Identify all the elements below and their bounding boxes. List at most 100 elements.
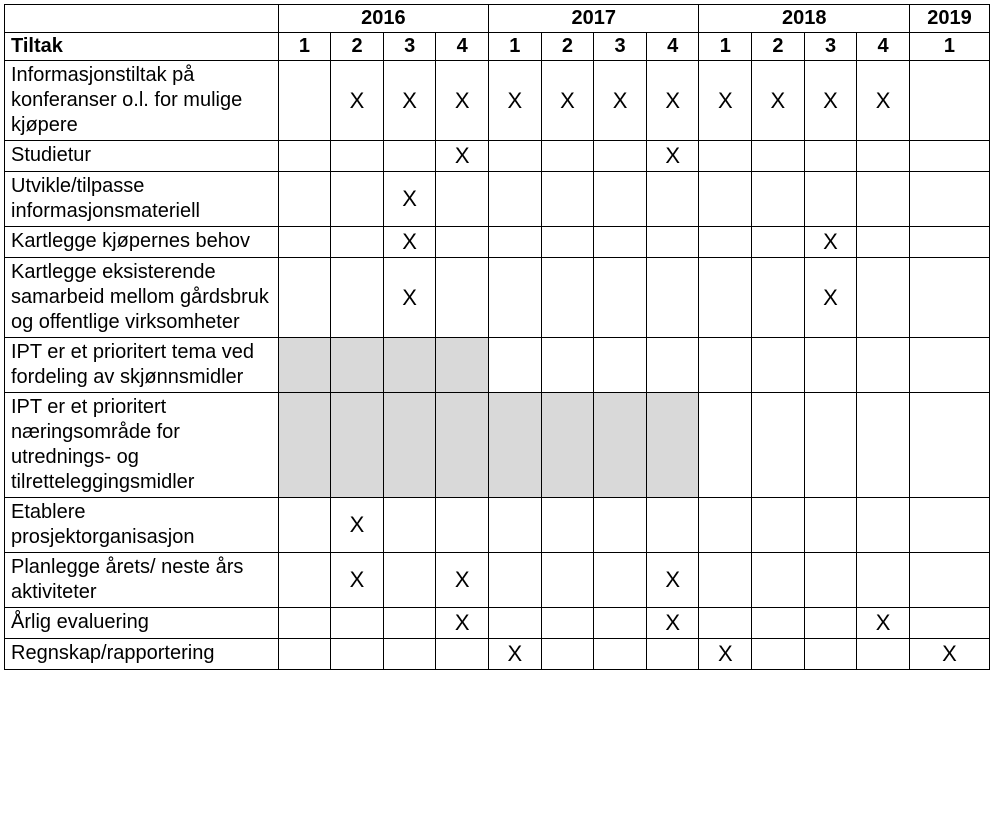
cell bbox=[594, 553, 647, 608]
tiltak-header: Tiltak bbox=[5, 33, 279, 61]
cell bbox=[489, 608, 542, 639]
cell: X bbox=[804, 258, 857, 338]
cell bbox=[489, 338, 542, 393]
cell bbox=[909, 258, 989, 338]
cell: X bbox=[699, 61, 752, 141]
cell bbox=[541, 498, 594, 553]
row-label: Etablere prosjektorganisasjon bbox=[5, 498, 279, 553]
cell: X bbox=[436, 608, 489, 639]
cell bbox=[383, 553, 436, 608]
table-row: StudieturXX bbox=[5, 141, 990, 172]
cell bbox=[436, 227, 489, 258]
cell bbox=[857, 258, 910, 338]
cell bbox=[804, 393, 857, 498]
cell bbox=[541, 639, 594, 670]
cell bbox=[857, 172, 910, 227]
q-header: 1 bbox=[489, 33, 542, 61]
cell bbox=[489, 172, 542, 227]
table-body: Informasjonstiltak på konferanser o.l. f… bbox=[5, 61, 990, 670]
table-row: Utvikle/tilpasse informasjonsmateriellX bbox=[5, 172, 990, 227]
year-header-2017: 2017 bbox=[489, 5, 699, 33]
cell bbox=[278, 227, 331, 258]
cell bbox=[857, 498, 910, 553]
cell bbox=[383, 639, 436, 670]
cell bbox=[752, 553, 805, 608]
row-label: Regnskap/rapportering bbox=[5, 639, 279, 670]
cell bbox=[278, 258, 331, 338]
cell bbox=[436, 258, 489, 338]
table-row: Regnskap/rapporteringXXX bbox=[5, 639, 990, 670]
cell bbox=[857, 553, 910, 608]
cell bbox=[278, 61, 331, 141]
cell bbox=[594, 639, 647, 670]
cell: X bbox=[909, 639, 989, 670]
cell bbox=[383, 141, 436, 172]
cell bbox=[699, 227, 752, 258]
cell: X bbox=[646, 608, 699, 639]
cell bbox=[383, 498, 436, 553]
cell bbox=[909, 61, 989, 141]
table-row: Planlegge årets/ neste års aktiviteterXX… bbox=[5, 553, 990, 608]
q-header: 2 bbox=[331, 33, 384, 61]
cell bbox=[436, 498, 489, 553]
cell bbox=[909, 608, 989, 639]
q-header: 1 bbox=[909, 33, 989, 61]
cell bbox=[646, 172, 699, 227]
q-header: 3 bbox=[594, 33, 647, 61]
cell bbox=[489, 498, 542, 553]
cell: X bbox=[436, 61, 489, 141]
cell bbox=[646, 338, 699, 393]
row-label: Studietur bbox=[5, 141, 279, 172]
cell: X bbox=[331, 61, 384, 141]
q-header: 4 bbox=[646, 33, 699, 61]
cell: X bbox=[383, 227, 436, 258]
cell bbox=[594, 227, 647, 258]
cell bbox=[278, 498, 331, 553]
cell bbox=[857, 141, 910, 172]
cell bbox=[699, 608, 752, 639]
cell bbox=[804, 639, 857, 670]
cell: X bbox=[857, 61, 910, 141]
year-header-2019: 2019 bbox=[909, 5, 989, 33]
header-corner bbox=[5, 5, 279, 33]
cell bbox=[804, 608, 857, 639]
cell: X bbox=[331, 553, 384, 608]
cell bbox=[752, 498, 805, 553]
cell bbox=[646, 393, 699, 498]
cell: X bbox=[489, 639, 542, 670]
table-row: Kartlegge eksisterende samarbeid mellom … bbox=[5, 258, 990, 338]
cell bbox=[278, 338, 331, 393]
cell bbox=[699, 338, 752, 393]
row-label: IPT er et prioritert tema ved fordeling … bbox=[5, 338, 279, 393]
cell bbox=[752, 141, 805, 172]
cell bbox=[857, 393, 910, 498]
cell bbox=[489, 258, 542, 338]
q-header: 3 bbox=[383, 33, 436, 61]
cell: X bbox=[646, 141, 699, 172]
cell bbox=[331, 141, 384, 172]
cell bbox=[278, 172, 331, 227]
cell bbox=[752, 172, 805, 227]
cell bbox=[594, 608, 647, 639]
cell bbox=[594, 141, 647, 172]
table-row: IPT er et prioritert næringsområde for u… bbox=[5, 393, 990, 498]
cell bbox=[541, 258, 594, 338]
year-header-2018: 2018 bbox=[699, 5, 909, 33]
cell bbox=[699, 553, 752, 608]
cell bbox=[541, 141, 594, 172]
row-label: Kartlegge kjøpernes behov bbox=[5, 227, 279, 258]
cell bbox=[804, 553, 857, 608]
cell bbox=[909, 393, 989, 498]
cell bbox=[752, 258, 805, 338]
cell bbox=[436, 338, 489, 393]
cell bbox=[646, 639, 699, 670]
tiltak-table: 2016 2017 2018 2019 Tiltak 1 2 3 4 1 2 3… bbox=[4, 4, 990, 670]
q-header: 3 bbox=[804, 33, 857, 61]
cell bbox=[278, 141, 331, 172]
cell bbox=[278, 553, 331, 608]
cell bbox=[594, 393, 647, 498]
q-header: 1 bbox=[278, 33, 331, 61]
cell bbox=[857, 639, 910, 670]
cell: X bbox=[804, 227, 857, 258]
cell: X bbox=[383, 258, 436, 338]
